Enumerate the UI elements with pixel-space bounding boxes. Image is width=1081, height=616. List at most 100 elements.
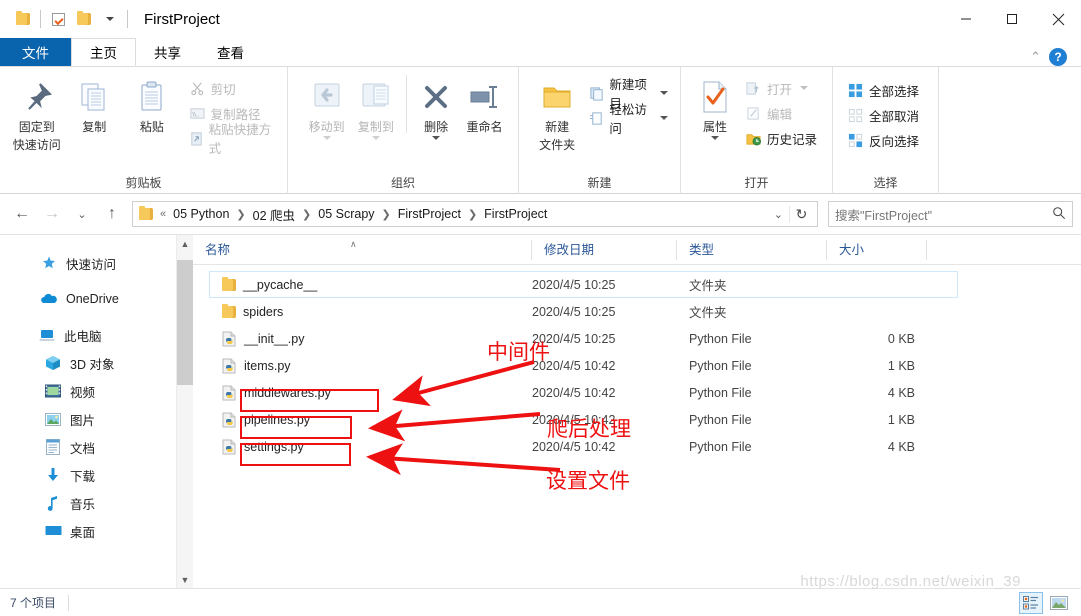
breadcrumb-item-1[interactable]: 02 爬虫 <box>249 204 299 225</box>
navigation-scrollbar[interactable]: ▲ ▼ <box>176 235 194 588</box>
ribbon-tabs[interactable]: 文件 主页 共享 查看 ⌃ ? <box>0 38 1081 66</box>
invert-selection-button[interactable]: 反向选择 <box>843 128 923 152</box>
chevron-down-icon[interactable]: ⌄ <box>768 208 789 221</box>
breadcrumb-overflow[interactable]: « <box>159 208 167 220</box>
table-row[interactable]: pipelines.py 2020/4/5 10:42 Python File … <box>210 406 1081 433</box>
table-row[interactable]: items.py 2020/4/5 10:42 Python File 1 KB <box>210 352 1081 379</box>
breadcrumb-item-2[interactable]: 05 Scrapy <box>314 206 378 222</box>
delete-icon <box>421 77 451 117</box>
chevron-down-icon[interactable] <box>711 136 719 140</box>
up-button[interactable]: ↑ <box>98 201 126 227</box>
open-button[interactable]: 打开 <box>741 76 821 100</box>
button-label: 反向选择 <box>869 134 920 149</box>
breadcrumb-item-3[interactable]: FirstProject <box>394 206 465 222</box>
qat-new-folder-icon[interactable] <box>71 6 97 32</box>
scroll-down-arrow-icon[interactable]: ▼ <box>177 571 194 588</box>
column-header-size[interactable]: 大小 <box>827 239 927 260</box>
window-controls[interactable] <box>943 0 1081 38</box>
file-name-cell[interactable]: middlewares.py <box>210 385 532 401</box>
file-name-cell[interactable]: settings.py <box>210 439 532 455</box>
qat-customize-caret-icon[interactable] <box>97 6 123 32</box>
search-icon[interactable] <box>1052 206 1066 223</box>
sidebar-item-documents[interactable]: 文档 <box>0 433 176 461</box>
close-icon[interactable] <box>1035 0 1081 38</box>
properties-button[interactable]: 属性 <box>691 73 739 140</box>
forward-button[interactable]: → <box>38 201 66 227</box>
new-folder-button[interactable]: 新建 文件夹 <box>531 73 583 153</box>
copy-button[interactable]: 复制 <box>66 73 124 135</box>
chevron-up-icon[interactable]: ⌃ <box>1030 49 1041 65</box>
search-input[interactable]: 搜索"FirstProject" <box>835 205 1052 224</box>
file-name-cell[interactable]: spiders <box>210 303 532 319</box>
chevron-down-icon[interactable] <box>432 136 441 140</box>
table-row[interactable]: middlewares.py 2020/4/5 10:42 Python Fil… <box>210 379 1081 406</box>
paste-button[interactable]: 粘贴 <box>123 73 181 135</box>
file-name-cell[interactable]: __init__.py <box>210 331 532 347</box>
breadcrumb-bar[interactable]: « 05 Python ❯ 02 爬虫 ❯ 05 Scrapy ❯ FirstP… <box>132 201 818 227</box>
tab-file[interactable]: 文件 <box>0 38 71 66</box>
scroll-up-arrow-icon[interactable]: ▲ <box>177 235 194 252</box>
file-name-cell[interactable]: items.py <box>210 358 532 374</box>
qat-properties-checkbox-icon[interactable] <box>45 6 71 32</box>
tab-home[interactable]: 主页 <box>71 38 136 66</box>
pin-to-quick-access-button[interactable]: 固定到 快速访问 <box>8 73 66 153</box>
column-header-date[interactable]: 修改日期 <box>532 239 677 260</box>
breadcrumb[interactable]: « 05 Python ❯ 02 爬虫 ❯ 05 Scrapy ❯ FirstP… <box>159 204 768 225</box>
file-list-pane[interactable]: 名称 ∧ 修改日期 类型 大小 __pycache__ 2020/4/5 10:… <box>193 235 1081 588</box>
file-name-cell[interactable]: pipelines.py <box>210 412 532 428</box>
quick-access-toolbar[interactable] <box>0 6 132 32</box>
sidebar-item-3d-objects[interactable]: 3D 对象 <box>0 349 176 377</box>
table-row[interactable]: spiders 2020/4/5 10:25 文件夹 <box>210 298 1081 325</box>
search-box[interactable]: 搜索"FirstProject" <box>828 201 1073 227</box>
chevron-down-icon[interactable] <box>660 91 668 95</box>
column-header-name[interactable]: 名称 ∧ <box>193 239 532 260</box>
table-row[interactable]: settings.py 2020/4/5 10:42 Python File 4… <box>210 433 1081 460</box>
table-row[interactable]: __init__.py 2020/4/5 10:25 Python File 0… <box>210 325 1081 352</box>
scrollbar-thumb[interactable] <box>176 260 194 385</box>
cut-button[interactable]: 剪切 <box>185 76 279 100</box>
sidebar-item-pictures[interactable]: 图片 <box>0 405 176 433</box>
select-all-button[interactable]: 全部选择 <box>843 78 923 102</box>
chevron-down-icon[interactable] <box>800 86 809 90</box>
chevron-down-icon[interactable] <box>322 136 331 140</box>
back-button[interactable]: ← <box>8 201 36 227</box>
copy-to-button[interactable]: 复制到 <box>351 73 400 140</box>
column-headers[interactable]: 名称 ∧ 修改日期 类型 大小 <box>193 235 1081 265</box>
maximize-icon[interactable] <box>989 0 1035 38</box>
refresh-icon[interactable]: ↻ <box>789 205 813 223</box>
file-name-cell[interactable]: __pycache__ <box>210 276 532 292</box>
tab-share[interactable]: 共享 <box>136 38 199 66</box>
scrollbar-track[interactable] <box>176 252 194 571</box>
button-label: 打开 <box>767 82 793 97</box>
sidebar-item-videos[interactable]: 视频 <box>0 377 176 405</box>
sidebar-item-music[interactable]: 音乐 <box>0 489 176 517</box>
move-to-button[interactable]: 移动到 <box>302 73 351 140</box>
view-buttons[interactable] <box>1019 591 1071 614</box>
select-none-button[interactable]: 全部取消 <box>843 103 923 127</box>
history-button[interactable]: 历史记录 <box>741 126 821 150</box>
delete-button[interactable]: 删除 <box>413 73 459 140</box>
minimize-icon[interactable] <box>943 0 989 38</box>
column-header-type[interactable]: 类型 <box>677 239 827 260</box>
easy-access-button[interactable]: 轻松访问 <box>585 103 672 136</box>
sidebar-item-onedrive[interactable]: OneDrive <box>0 285 176 313</box>
recent-locations-button[interactable]: ⌄ <box>68 201 96 227</box>
navigation-pane[interactable]: 快速访问 OneDrive 此电脑 3D 对象 视频 图片 文档 下载 音乐 桌… <box>0 235 176 588</box>
sidebar-item-quick-access[interactable]: 快速访问 <box>0 249 176 277</box>
large-icons-view-icon[interactable] <box>1047 592 1071 614</box>
edit-button[interactable]: 编辑 <box>741 101 821 125</box>
rename-button[interactable]: 重命名 <box>459 73 510 135</box>
chevron-down-icon[interactable] <box>371 136 380 140</box>
details-view-icon[interactable] <box>1019 591 1043 614</box>
chevron-down-icon[interactable] <box>660 116 668 120</box>
sidebar-item-downloads[interactable]: 下载 <box>0 461 176 489</box>
help-icon[interactable]: ? <box>1049 48 1067 66</box>
breadcrumb-item-4[interactable]: FirstProject <box>480 206 551 222</box>
tab-view[interactable]: 查看 <box>199 38 262 66</box>
sidebar-item-desktop[interactable]: 桌面 <box>0 517 176 545</box>
paste-shortcut-button[interactable]: 粘贴快捷方式 <box>185 123 279 156</box>
table-row[interactable]: __pycache__ 2020/4/5 10:25 文件夹 <box>209 271 958 298</box>
sidebar-item-this-pc[interactable]: 此电脑 <box>0 321 176 349</box>
breadcrumb-item-0[interactable]: 05 Python <box>169 206 233 222</box>
qat-folder-icon[interactable] <box>10 6 36 32</box>
